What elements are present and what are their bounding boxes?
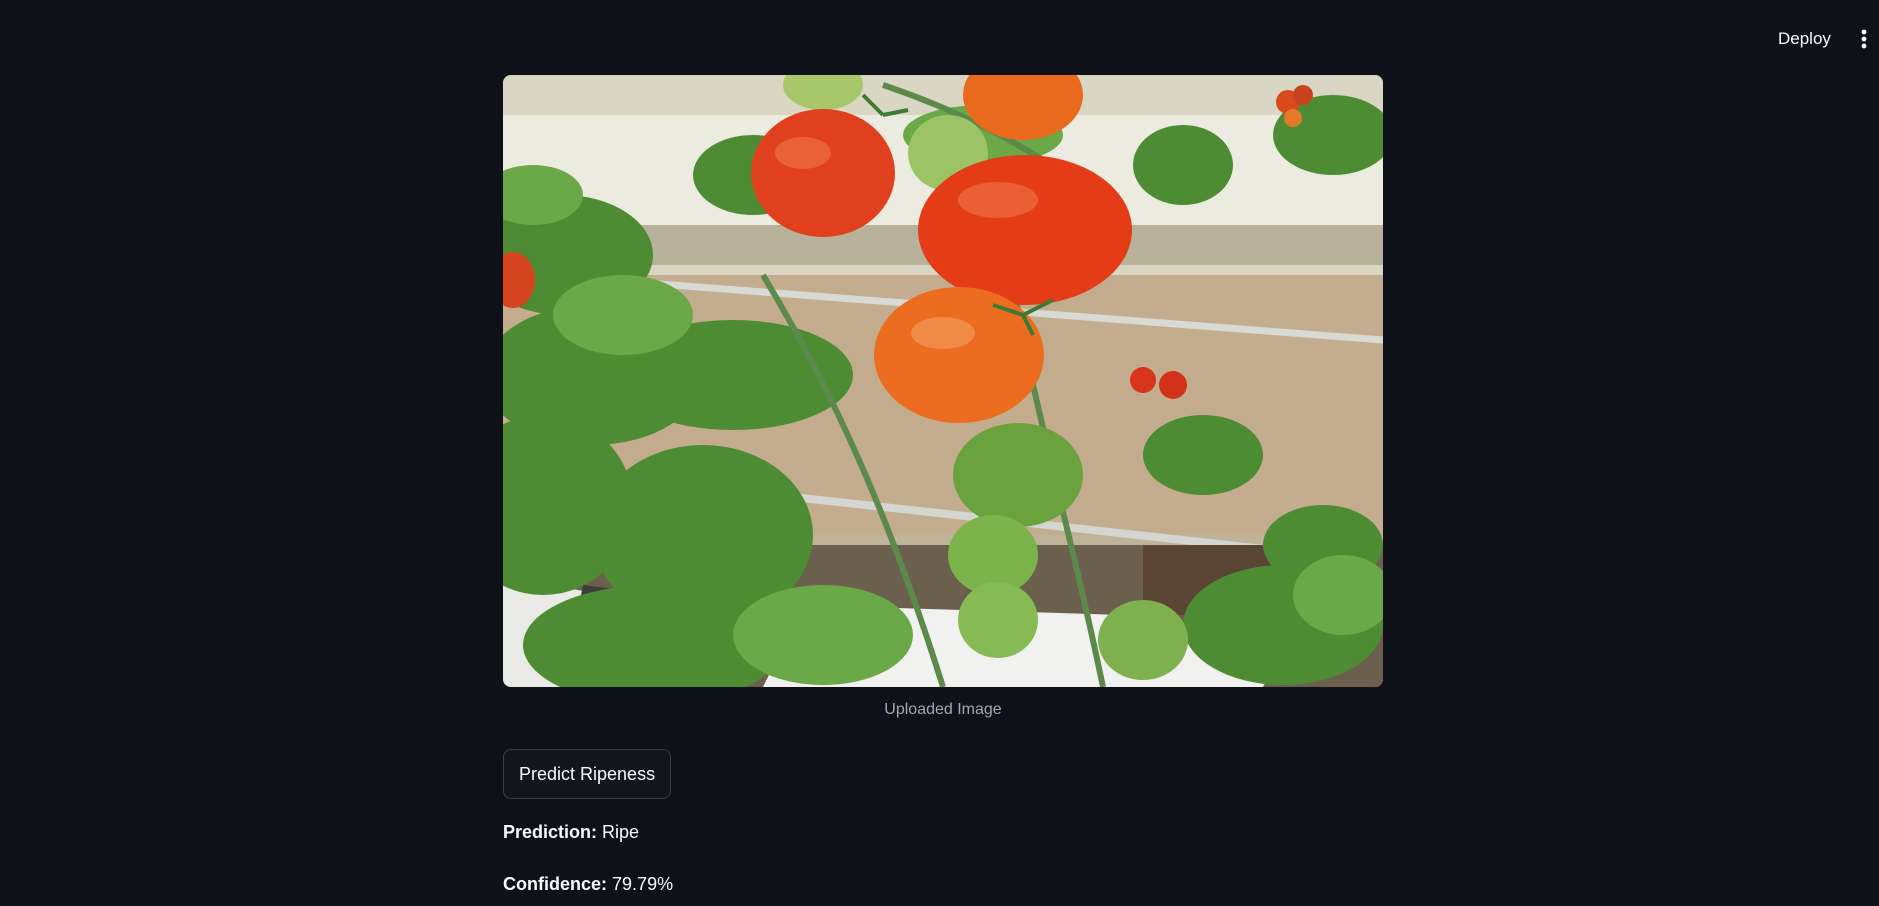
prediction-value: Ripe bbox=[602, 822, 640, 842]
predict-ripeness-button[interactable]: Predict Ripeness bbox=[503, 749, 672, 799]
tomato-plant-photo bbox=[503, 75, 1383, 687]
streamlit-app: Deploy Uploaded Image Predict Ripeness P… bbox=[0, 0, 1879, 906]
confidence-label: Confidence: bbox=[503, 874, 608, 894]
image-caption: Uploaded Image bbox=[884, 701, 1002, 718]
uploaded-image bbox=[503, 75, 1383, 687]
main-content: Uploaded Image Predict Ripeness Predicti… bbox=[503, 75, 1383, 896]
confidence-value: 79.79% bbox=[612, 874, 674, 894]
confidence-result: Confidence: 79.79% bbox=[503, 872, 1383, 896]
deploy-button[interactable]: Deploy bbox=[1770, 24, 1839, 54]
prediction-label: Prediction: bbox=[503, 822, 598, 842]
vertical-dots-icon bbox=[1861, 29, 1867, 49]
top-toolbar: Deploy bbox=[0, 0, 1879, 72]
prediction-result: Prediction: Ripe bbox=[503, 820, 1383, 844]
main-menu-button[interactable] bbox=[1855, 26, 1873, 52]
